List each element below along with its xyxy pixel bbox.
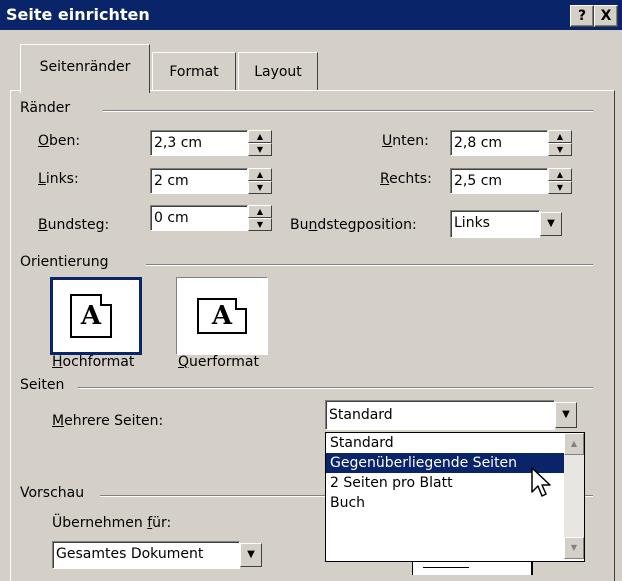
links-input[interactable]: 2 cm: [150, 168, 248, 194]
apply-to-label: Übernehmen für:: [52, 515, 172, 531]
preview-group-label: Vorschau: [20, 485, 85, 501]
bundstegposition-label: Bundstegposition:: [290, 217, 417, 233]
chevron-down-icon[interactable]: ▼: [555, 402, 577, 428]
unten-input[interactable]: 2,8 cm: [450, 130, 548, 156]
bundsteg-label: Bundsteg:: [38, 217, 110, 233]
margins-group-line: [103, 110, 593, 112]
portrait-page-icon: A: [70, 294, 112, 338]
spin-down-icon[interactable]: ▼: [248, 218, 272, 231]
bundsteg-input[interactable]: 0 cm: [150, 205, 248, 231]
spin-down-icon[interactable]: ▼: [548, 143, 572, 156]
spin-up-icon[interactable]: ▲: [548, 168, 572, 181]
pages-group-line: [78, 387, 593, 389]
spin-down-icon[interactable]: ▼: [248, 181, 272, 194]
rechts-label: Rechts:: [380, 171, 432, 187]
chevron-down-icon[interactable]: ▼: [240, 543, 262, 567]
scroll-up-icon[interactable]: ▲: [564, 433, 584, 455]
landscape-option[interactable]: A: [176, 277, 268, 355]
pages-group-label: Seiten: [20, 377, 65, 393]
orientation-group-line: [146, 264, 593, 266]
oben-label: Oben:: [38, 133, 81, 149]
mouse-cursor-icon: [531, 467, 551, 497]
scrollbar[interactable]: ▲ ▼: [564, 433, 584, 559]
apply-to-select[interactable]: Gesamtes Dokument: [52, 541, 240, 569]
tab-format[interactable]: Format: [152, 52, 236, 91]
portrait-option[interactable]: A: [50, 277, 142, 355]
rechts-spinner[interactable]: ▲ ▼: [548, 168, 572, 194]
unten-spinner[interactable]: ▲ ▼: [548, 130, 572, 156]
spin-down-icon[interactable]: ▼: [248, 143, 272, 156]
margins-group-label: Ränder: [20, 100, 71, 116]
multiple-pages-label: Mehrere Seiten:: [52, 413, 164, 429]
help-button[interactable]: ?: [570, 5, 594, 27]
multiple-pages-select[interactable]: Standard: [325, 400, 555, 430]
spin-down-icon[interactable]: ▼: [548, 181, 572, 194]
landscape-label[interactable]: Querformat: [178, 354, 259, 370]
links-label: Links:: [38, 171, 79, 187]
scroll-down-icon[interactable]: ▼: [564, 537, 584, 559]
chevron-down-icon[interactable]: ▼: [540, 212, 562, 236]
bundsteg-spinner[interactable]: ▲ ▼: [248, 205, 272, 231]
tab-seitenraender[interactable]: Seitenränder: [20, 44, 150, 93]
oben-input[interactable]: 2,3 cm: [150, 130, 248, 156]
landscape-page-icon: A: [197, 298, 247, 334]
close-button[interactable]: X: [594, 5, 618, 27]
spin-up-icon[interactable]: ▲: [548, 130, 572, 143]
links-spinner[interactable]: ▲ ▼: [248, 168, 272, 194]
unten-label: Unten:: [382, 133, 429, 149]
window-title: Seite einrichten: [6, 5, 150, 24]
rechts-input[interactable]: 2,5 cm: [450, 168, 548, 194]
spin-up-icon[interactable]: ▲: [248, 168, 272, 181]
oben-spinner[interactable]: ▲ ▼: [248, 130, 272, 156]
orientation-group-label: Orientierung: [20, 254, 109, 270]
bundstegposition-select[interactable]: Links: [450, 210, 540, 238]
list-item[interactable]: Standard: [326, 433, 584, 453]
portrait-label[interactable]: Hochformat: [52, 354, 134, 370]
spin-up-icon[interactable]: ▲: [248, 205, 272, 218]
spin-up-icon[interactable]: ▲: [248, 130, 272, 143]
tab-layout[interactable]: Layout: [238, 52, 318, 91]
preview-line: [423, 567, 469, 568]
